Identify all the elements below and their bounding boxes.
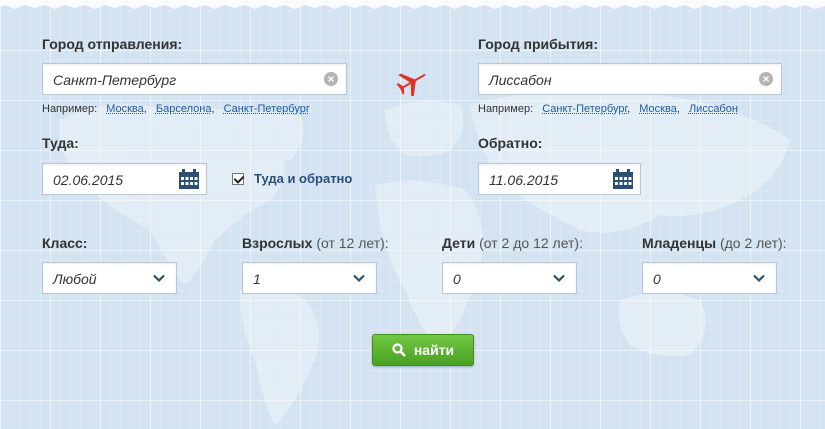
children-select[interactable]: 0 [442,262,577,294]
chevron-down-icon [153,274,165,283]
chevron-down-icon [553,274,565,283]
departure-city-input[interactable]: Санкт-Петербург × [42,63,347,95]
search-icon [392,343,406,357]
arrival-examples: Например: Санкт-Петербург, Москва, Лисса… [478,103,738,115]
children-label: Дети (от 2 до 12 лет): [442,235,583,251]
adults-hint: (от 12 лет): [316,235,389,251]
arrival-city-input[interactable]: Лиссабон × [478,63,782,95]
children-hint: (от 2 до 12 лет): [479,235,583,251]
outbound-label: Туда: [42,135,79,151]
arrival-label: Город прибытия: [478,36,598,52]
outbound-date-input[interactable]: 02.06.2015 [42,163,207,195]
arrival-example-link[interactable]: Лиссабон [689,103,738,115]
adults-select[interactable]: 1 [242,262,377,294]
arrival-city-value: Лиссабон [489,72,552,88]
departure-city-value: Санкт-Петербург [53,72,177,88]
children-value: 0 [453,271,461,287]
arrival-example-link[interactable]: Санкт-Петербург [542,103,627,115]
chevron-down-icon [753,274,765,283]
chevron-down-icon [353,274,365,283]
search-button-label: найти [413,342,455,358]
adults-label: Взрослых (от 12 лет): [242,235,389,251]
adults-value: 1 [253,271,261,287]
examples-label: Например: [42,103,98,115]
round-trip-checkbox[interactable] [232,173,244,185]
infants-label-text: Младенцы [642,235,717,251]
examples-label: Например: [478,103,534,115]
departure-example-link[interactable]: Барселона [156,103,212,115]
calendar-icon[interactable] [178,169,200,190]
search-button[interactable]: найти [372,334,474,366]
outbound-date-value: 02.06.2015 [53,172,124,188]
departure-label: Город отправления: [42,36,183,52]
infants-label: Младенцы (до 2 лет): [642,235,787,251]
round-trip-label[interactable]: Туда и обратно [254,171,352,186]
return-date-value: 11.06.2015 [489,172,559,188]
class-label: Класс: [42,235,88,251]
infants-value: 0 [653,271,661,287]
airplane-icon [396,73,426,96]
departure-example-link[interactable]: Санкт-Петербург [224,103,310,115]
clear-icon[interactable]: × [324,72,338,86]
arrival-example-link[interactable]: Москва [639,103,677,115]
adults-label-text: Взрослых [242,235,313,251]
class-select[interactable]: Любой [42,262,177,294]
children-label-text: Дети [442,235,476,251]
return-label: Обратно: [478,135,543,151]
class-value: Любой [53,271,97,287]
infants-select[interactable]: 0 [642,262,777,294]
infants-hint: (до 2 лет): [719,235,787,251]
departure-examples: Например: Москва, Барселона, Санкт-Петер… [42,103,310,115]
calendar-icon[interactable] [612,169,634,190]
clear-icon[interactable]: × [759,72,773,86]
departure-example-link[interactable]: Москва [106,103,144,115]
return-date-input[interactable]: 11.06.2015 [478,163,641,195]
